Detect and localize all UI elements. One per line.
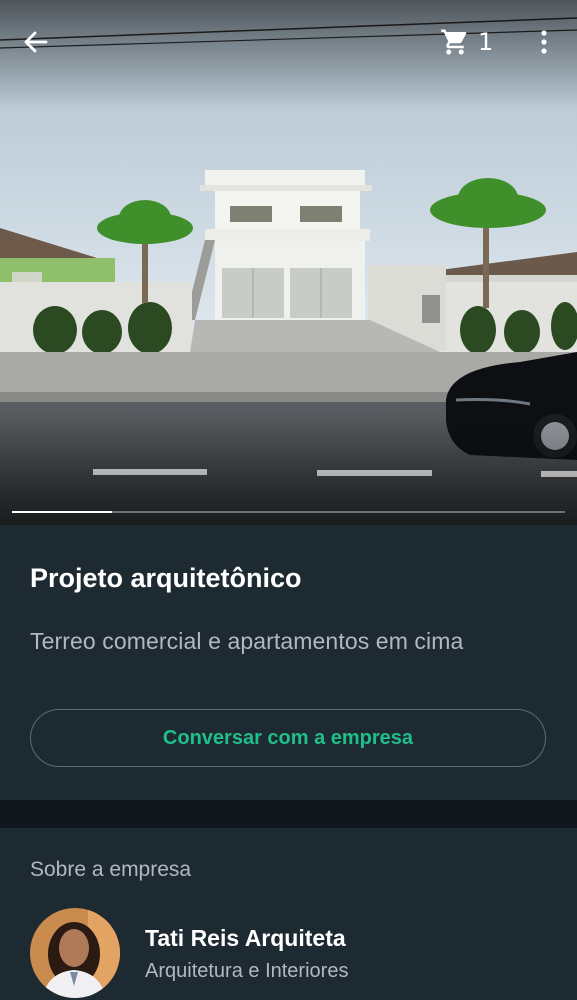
chat-with-business-button[interactable]: Conversar com a empresa <box>30 709 546 767</box>
cart-button[interactable]: 1 <box>440 26 493 58</box>
business-name[interactable]: Tati Reis Arquiteta <box>145 925 346 952</box>
more-vertical-icon <box>541 30 547 54</box>
business-avatar[interactable] <box>30 908 120 998</box>
back-button[interactable] <box>20 26 52 58</box>
profile-photo <box>30 908 120 998</box>
top-app-bar: 1 <box>0 0 577 84</box>
product-description: Terreo comercial e apartamentos em cima <box>30 628 464 654</box>
chat-button-label: Conversar com a empresa <box>162 726 414 749</box>
business-category: Arquitetura e Interiores <box>145 960 349 982</box>
carousel-progress-indicator <box>12 511 565 513</box>
product-title: Projeto arquitetônico <box>30 563 302 593</box>
cart-count-badge: 1 <box>478 28 494 56</box>
arrow-left-icon <box>24 31 48 53</box>
shopping-cart-icon <box>441 29 467 55</box>
overflow-menu-button[interactable] <box>532 26 556 58</box>
about-section-heading: Sobre a empresa <box>30 858 192 881</box>
section-divider <box>0 800 577 828</box>
carousel-progress-fill <box>12 511 112 513</box>
